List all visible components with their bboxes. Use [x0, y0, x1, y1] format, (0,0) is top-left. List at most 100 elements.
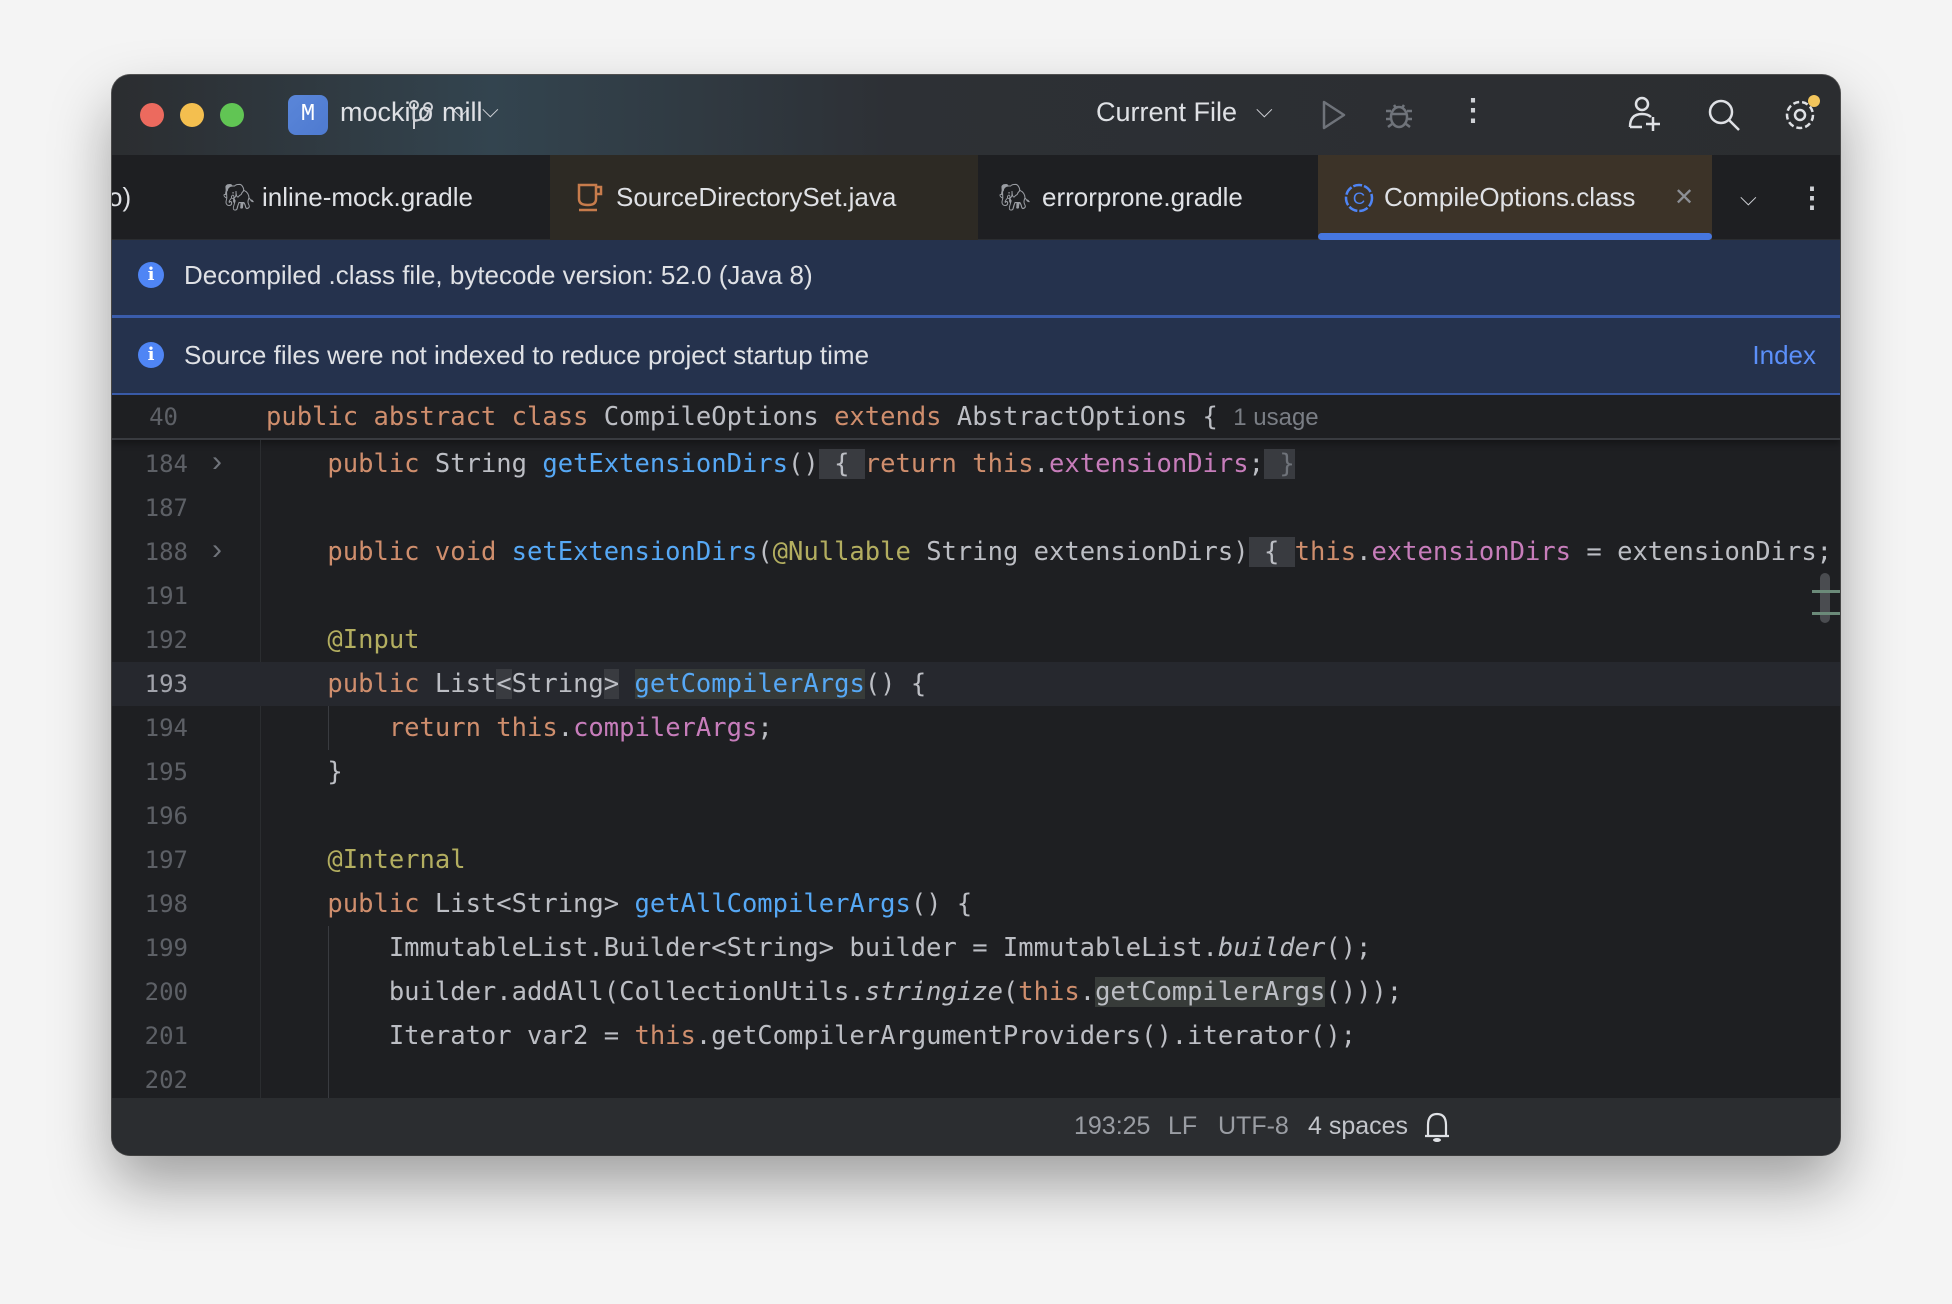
code-text: }: [266, 750, 342, 794]
gradle-elephant-icon: 🐘︎: [998, 182, 1032, 212]
notifications-bell-icon[interactable]: [1424, 1110, 1450, 1144]
info-icon: i: [138, 262, 164, 288]
add-user-icon[interactable]: [1626, 95, 1662, 133]
code-token: {: [818, 449, 865, 479]
code-token: List: [434, 669, 497, 699]
git-branch-icon: [409, 100, 433, 129]
index-link[interactable]: Index: [1752, 340, 1816, 371]
banner-text: Source files were not indexed to reduce …: [184, 340, 870, 370]
tabs-dropdown-chevron-icon[interactable]: ⌵: [1740, 155, 1757, 240]
settings-gear-icon[interactable]: [1782, 93, 1822, 133]
code-token: (: [757, 537, 773, 567]
branch-selector[interactable]: mill: [442, 97, 483, 128]
tab-partial[interactable]: o): [112, 155, 172, 240]
svg-text:C: C: [1353, 189, 1365, 208]
code-token: (: [1002, 977, 1019, 1007]
code-token: String: [434, 449, 543, 479]
close-window-button[interactable]: [140, 103, 164, 127]
tab-sourcedirectoryset-java[interactable]: SourceDirectorySet.java: [550, 155, 978, 240]
run-icon[interactable]: [1320, 99, 1348, 131]
file-encoding[interactable]: UTF-8: [1218, 1112, 1289, 1141]
decompiled-info-banner: i Decompiled .class file, bytecode versi…: [112, 240, 1840, 318]
code-line: 197 @Internal: [112, 838, 1840, 882]
tab-compileoptions-class[interactable]: C CompileOptions.class ✕: [1318, 155, 1712, 240]
code-token: .getCompilerArgumentProviders().iterator…: [695, 1021, 1357, 1051]
scrollbar-thumb[interactable]: [1820, 573, 1830, 623]
fold-expand-icon[interactable]: ›: [212, 530, 222, 570]
close-tab-icon[interactable]: ✕: [1674, 155, 1694, 240]
line-number: 187: [144, 494, 188, 522]
chevron-down-icon[interactable]: ⌵: [482, 97, 499, 123]
code-token: getAllCompilerArgs: [634, 889, 911, 919]
tab-errorprone-gradle[interactable]: 🐘︎ errorprone.gradle: [978, 155, 1318, 240]
gradle-elephant-icon: 🐘︎: [222, 182, 256, 212]
code-text: return this.compilerArgs;: [266, 706, 773, 750]
editor-tabs: o) 🐘︎ inline-mock.gradle SourceDirectory…: [112, 155, 1840, 240]
indent-guide: [328, 970, 329, 1014]
debug-bug-icon[interactable]: [1384, 99, 1414, 131]
code-token: ;: [757, 713, 773, 743]
code-text: public void setExtensionDirs(@Nullable S…: [266, 530, 1832, 574]
caret-position[interactable]: 193:25: [1074, 1112, 1150, 1141]
code-token: ImmutableList.Builder<String> builder = …: [266, 933, 1218, 963]
scroll-marker: [1812, 612, 1840, 615]
code-token: this: [1018, 977, 1080, 1007]
indent-guide: [328, 706, 329, 750]
code-text: ImmutableList.Builder<String> builder = …: [266, 926, 1372, 970]
more-vertical-icon[interactable]: ⋮: [1458, 93, 1488, 128]
line-number: 40: [149, 403, 178, 431]
code-token: getCompilerArgs: [634, 669, 865, 699]
scroll-marker: [1812, 590, 1840, 593]
usage-hint[interactable]: 1 usage: [1233, 404, 1318, 431]
code-token: AbstractOptions {: [956, 402, 1234, 432]
code-token: builder.addAll(CollectionUtils.: [266, 977, 865, 1007]
tab-label: CompileOptions.class: [1384, 182, 1636, 212]
project-badge[interactable]: M: [288, 95, 328, 135]
code-token: >: [603, 669, 620, 699]
code-text: public List<String> getAllCompilerArgs()…: [266, 882, 972, 926]
code-line: 198 public List<String> getAllCompilerAr…: [112, 882, 1840, 926]
chevron-down-icon[interactable]: ⌵: [1256, 97, 1273, 123]
code-line: 184 › public String getExtensionDirs() { …: [112, 442, 1840, 486]
line-ending[interactable]: LF: [1168, 1112, 1197, 1141]
code-token: builder: [1217, 933, 1326, 963]
code-line: 188 › public void setExtensionDirs(@Nulla…: [112, 530, 1840, 574]
search-icon[interactable]: [1706, 97, 1742, 133]
code-text: public List<String> getCompilerArgs() {: [266, 662, 926, 706]
indent-guide: [328, 926, 329, 970]
tab-label: SourceDirectorySet.java: [616, 182, 897, 212]
line-number: 188: [144, 538, 188, 566]
minimize-window-button[interactable]: [180, 103, 204, 127]
code-token: public void: [327, 537, 512, 567]
tab-inline-mock-gradle[interactable]: 🐘︎ inline-mock.gradle: [172, 155, 550, 240]
line-number: 195: [144, 758, 188, 786]
code-token: @Input: [327, 625, 420, 655]
fold-expand-icon[interactable]: ›: [212, 442, 222, 482]
code-line: 194 return this.compilerArgs;: [112, 706, 1840, 750]
code-token: this: [1294, 537, 1357, 567]
code-token: ();: [1325, 933, 1372, 963]
line-number: 199: [144, 934, 188, 962]
indent-guide: [328, 1058, 329, 1102]
line-number: 197: [144, 846, 188, 874]
zoom-window-button[interactable]: [220, 103, 244, 127]
sticky-scroll-header[interactable]: 40 public abstract class CompileOptions …: [112, 395, 1840, 440]
code-token: getExtensionDirs: [542, 449, 788, 479]
tab-label: inline-mock.gradle: [262, 182, 473, 212]
code-token: CompileOptions: [603, 402, 835, 432]
code-token: return this: [388, 713, 558, 743]
code-line: 196: [112, 794, 1840, 838]
code-text: Iterator var2 = this.getCompilerArgument…: [266, 1014, 1356, 1058]
code-editor[interactable]: 184 › public String getExtensionDirs() { …: [112, 440, 1840, 1155]
code-line: 199 ImmutableList.Builder<String> builde…: [112, 926, 1840, 970]
tabs-more-icon[interactable]: ⋮: [1798, 155, 1826, 240]
code-token: return this: [864, 449, 1034, 479]
indent-setting[interactable]: 4 spaces: [1308, 1112, 1408, 1141]
code-token: extensionDirs: [1049, 449, 1249, 479]
ide-window: M mockito ⌵ mill ⌵ Current File ⌵ ⋮ o) 🐘…: [112, 75, 1840, 1155]
run-config-selector[interactable]: Current File: [1096, 97, 1237, 128]
